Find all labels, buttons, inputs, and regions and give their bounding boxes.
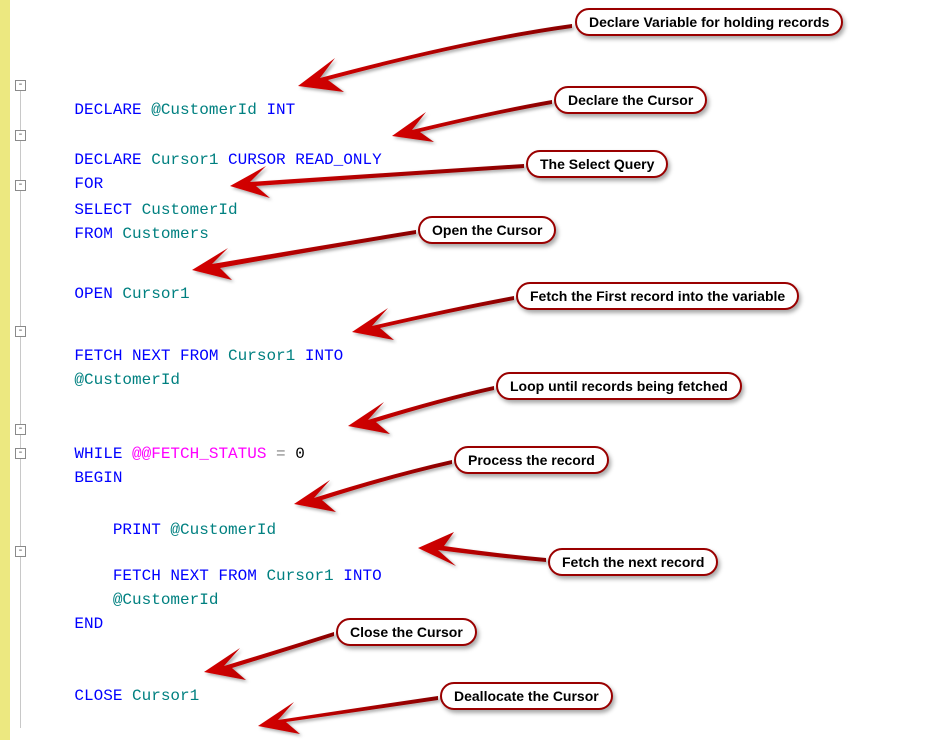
- cursor-name: Cursor1: [113, 285, 190, 303]
- keyword-cursor-readonly: CURSOR READ_ONLY: [228, 151, 382, 169]
- cursor-name: Cursor1: [257, 567, 343, 585]
- keyword-end: END: [74, 615, 103, 633]
- arrow-icon: [204, 632, 334, 680]
- code-line: END: [36, 588, 103, 612]
- fold-toggle-icon[interactable]: -: [15, 130, 26, 141]
- arrow-icon: [258, 696, 438, 734]
- code-line: DECLARE Cursor1 CURSOR READ_ONLY: [36, 124, 382, 148]
- keyword-close: CLOSE: [74, 687, 122, 705]
- callout-close-cursor: Close the Cursor: [336, 618, 477, 646]
- variable-customerid: @CustomerId: [161, 521, 276, 539]
- fold-toggle-icon[interactable]: -: [15, 326, 26, 337]
- fold-toggle-icon[interactable]: -: [15, 80, 26, 91]
- editor-left-margin: [0, 0, 10, 740]
- arrow-icon: [418, 532, 546, 566]
- cursor-name: Cursor1: [122, 687, 199, 705]
- code-line: SELECT CustomerId: [36, 174, 238, 198]
- callout-process-record: Process the record: [454, 446, 609, 474]
- code-line: CLOSE Cursor1: [36, 660, 199, 684]
- callout-declare-variable: Declare Variable for holding records: [575, 8, 843, 36]
- keyword-print: PRINT: [74, 521, 160, 539]
- keyword-into: INTO: [343, 567, 381, 585]
- sysfn-fetchstatus: @@FETCH_STATUS: [122, 445, 276, 463]
- cursor-name: Cursor1: [218, 347, 304, 365]
- literal-zero: 0: [286, 445, 305, 463]
- code-line: OPEN Cursor1: [36, 258, 190, 282]
- fold-toggle-icon[interactable]: -: [15, 448, 26, 459]
- keyword-begin: BEGIN: [74, 469, 122, 487]
- callout-select-query: The Select Query: [526, 150, 668, 178]
- callout-deallocate: Deallocate the Cursor: [440, 682, 613, 710]
- code-line: FETCH NEXT FROM Cursor1 INTO: [36, 320, 343, 344]
- keyword-open: OPEN: [74, 285, 112, 303]
- code-line: DECLARE @CustomerId INT: [36, 74, 295, 98]
- code-line: BEGIN: [36, 442, 122, 466]
- variable-customerid: @CustomerId: [142, 101, 267, 119]
- fold-toggle-icon[interactable]: -: [15, 424, 26, 435]
- fold-toggle-icon[interactable]: -: [15, 180, 26, 191]
- arrow-icon: [392, 100, 552, 142]
- code-line: FETCH NEXT FROM Cursor1 INTO: [36, 540, 382, 564]
- variable-customerid: @CustomerId: [74, 371, 180, 389]
- fold-toggle-icon[interactable]: -: [15, 546, 26, 557]
- arrow-icon: [294, 460, 452, 512]
- code-line: PRINT @CustomerId: [36, 494, 276, 518]
- keyword-from: FROM: [74, 225, 112, 243]
- sql-editor-diagram: - - - - - - - DECLARE @CustomerId INT DE…: [0, 0, 938, 740]
- callout-open-cursor: Open the Cursor: [418, 216, 556, 244]
- code-line: @CustomerId: [36, 564, 218, 588]
- code-line: @CustomerId: [36, 344, 180, 368]
- callout-declare-cursor: Declare the Cursor: [554, 86, 707, 114]
- arrow-icon: [352, 296, 514, 340]
- code-line: FOR: [36, 148, 103, 172]
- keyword-into: INTO: [305, 347, 343, 365]
- keyword-int: INT: [266, 101, 295, 119]
- arrow-icon: [298, 24, 572, 92]
- arrow-icon: [348, 386, 494, 434]
- callout-fetch-first: Fetch the First record into the variable: [516, 282, 799, 310]
- cursor-name: Cursor1: [142, 151, 228, 169]
- callout-fetch-next: Fetch the next record: [548, 548, 718, 576]
- arrow-icon: [192, 230, 416, 280]
- callout-loop-until: Loop until records being fetched: [496, 372, 742, 400]
- operator-equals: =: [276, 445, 286, 463]
- fold-gutter: [10, 0, 36, 740]
- code-line: DEALLOCATE Cursor1: [36, 712, 247, 736]
- keyword-declare: DECLARE: [74, 101, 141, 119]
- code-line: WHILE @@FETCH_STATUS = 0: [36, 418, 305, 442]
- code-line: FROM Customers: [36, 198, 209, 222]
- table-customers: Customers: [113, 225, 209, 243]
